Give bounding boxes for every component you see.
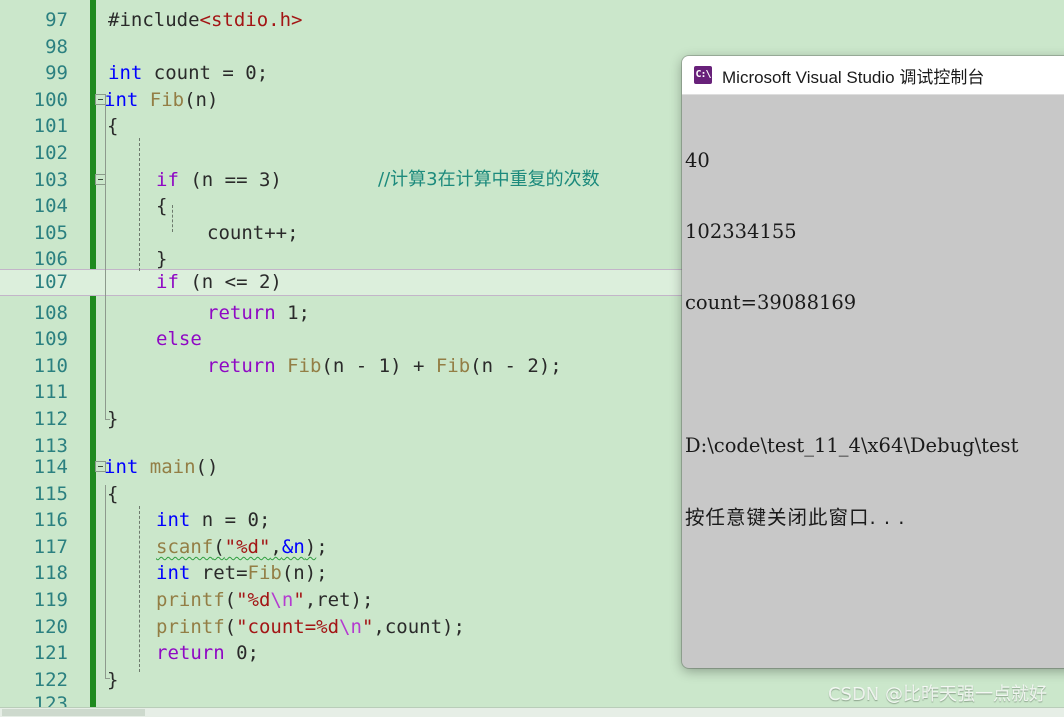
code-text: return Fib(n - 1) + Fib(n - 2); (207, 354, 562, 377)
line-number: 102 (33, 142, 68, 164)
line-number: 109 (33, 328, 68, 351)
code-text: return 1; (207, 301, 310, 324)
console-output-prompt: 按任意键关闭此窗口. . . (685, 505, 906, 529)
brace-guide-fib-foot (105, 419, 110, 420)
line-number: 108 (33, 301, 68, 324)
line-number: 115 (33, 482, 68, 505)
console-output-line: count=39088169 (685, 291, 857, 315)
brace-guide-main (105, 485, 106, 678)
line-number: 122 (33, 668, 68, 691)
line-number: 121 (33, 642, 68, 665)
line-number: 107 (33, 271, 68, 293)
line-number: 97 (45, 9, 68, 31)
line-number: 120 (33, 615, 68, 638)
line-number: 100 (33, 88, 68, 111)
console-output-line: 102334155 (685, 219, 797, 243)
brace-guide-fib (105, 97, 106, 419)
console-title-bar[interactable]: C:\ Microsoft Visual Studio 调试控制台 (682, 56, 1064, 95)
line-number: 118 (33, 562, 68, 585)
code-line[interactable]: 96 (0, 0, 92, 7)
line-number: 103 (33, 168, 68, 191)
csdn-watermark: CSDN @比昨天强一点就好 (827, 684, 1047, 705)
code-text: printf("%d\n",ret); (156, 589, 374, 611)
code-text: count++; (207, 221, 299, 244)
code-text: int n = 0; (156, 509, 271, 532)
debug-console-window[interactable]: C:\ Microsoft Visual Studio 调试控制台 40 102… (682, 56, 1064, 668)
line-number: 96 (0, 0, 68, 7)
code-text: if (n == 3) (156, 168, 282, 191)
line-number: 99 (45, 62, 68, 85)
line-number: 98 (45, 35, 68, 58)
code-text: if (n <= 2) (156, 271, 282, 293)
indent-guide-if-body (172, 205, 173, 232)
line-number: 110 (33, 354, 68, 377)
code-text: printf("count=%d\n",count); (156, 615, 465, 638)
line-number: 119 (33, 589, 68, 611)
screenshot-root: 96 97 #include<stdio.h> 98 99 int count … (0, 0, 1064, 717)
code-text: scanf("%d",&n); (156, 535, 328, 558)
line-number: 101 (33, 115, 68, 138)
console-window-icon: C:\ (694, 66, 712, 84)
line-number: 112 (33, 408, 68, 430)
line-number: 116 (33, 509, 68, 532)
code-text: else (156, 328, 202, 351)
brace-guide-main-foot (105, 678, 110, 679)
code-text: #include<stdio.h> (108, 9, 303, 31)
code-text: { (156, 195, 168, 218)
indent-guide-main-body (139, 506, 140, 672)
horizontal-scrollbar[interactable] (0, 707, 1064, 717)
code-text: return 0; (156, 642, 259, 665)
code-text: int main() (104, 456, 219, 478)
line-number: 117 (33, 535, 68, 558)
console-output[interactable]: 40 102334155 count=39088169 D:\code\test… (682, 95, 1064, 577)
code-text: int Fib(n) (104, 88, 219, 111)
code-text: { (107, 115, 119, 138)
code-comment: //计算3在计算中重复的次数 (378, 168, 600, 190)
line-number: 104 (33, 195, 68, 218)
console-output-blank-line (685, 363, 1064, 387)
horizontal-scrollbar-thumb[interactable] (2, 709, 145, 716)
console-output-line: D:\code\test_11_4\x64\Debug\test (685, 434, 1019, 458)
code-text: } (107, 668, 119, 691)
line-number: 105 (33, 221, 68, 244)
line-number: 111 (33, 381, 68, 404)
code-text: int ret=Fib(n); (156, 562, 328, 585)
code-line[interactable]: 97 #include<stdio.h> (0, 7, 1064, 34)
code-text: { (107, 482, 119, 505)
line-number: 114 (33, 456, 68, 478)
code-text: int count = 0; (108, 62, 269, 85)
console-output-line: 40 (685, 148, 710, 172)
console-title: Microsoft Visual Studio 调试控制台 (722, 67, 985, 87)
indent-guide-fib-body (139, 138, 140, 271)
